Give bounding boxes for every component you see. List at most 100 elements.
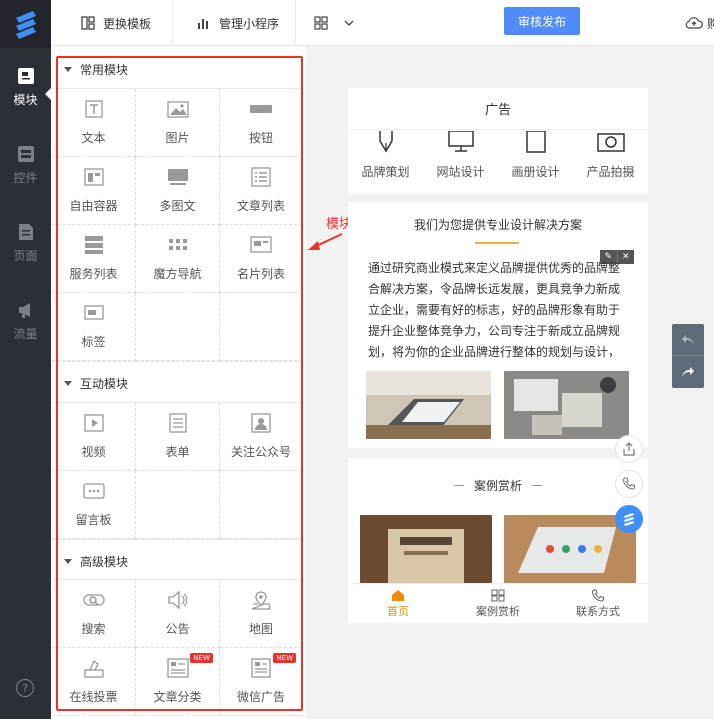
intro-paragraph: 通过研究商业模式来定义品牌提供优秀的品牌整合解决方案，令品牌长远发展，更具竞争力…	[368, 261, 621, 359]
module-wechat-ad[interactable]: 微信广告 NEW	[220, 648, 302, 716]
form-icon	[168, 413, 187, 433]
service-label: 画册设计	[511, 165, 560, 179]
brand-float-button[interactable]	[615, 505, 643, 533]
nav-home[interactable]: 首页	[348, 584, 448, 623]
chevron-down-icon	[344, 20, 354, 26]
section-advanced[interactable]: 高级模块	[62, 549, 300, 573]
manage-miniprogram-button[interactable]: 管理小程序	[197, 0, 279, 46]
traffic-icon	[18, 302, 30, 318]
module-card-list[interactable]: 名片列表	[220, 225, 302, 293]
module-label: 图片	[165, 131, 190, 145]
module-article-list[interactable]: 文章列表	[220, 157, 302, 225]
case-title: 案例赏析	[473, 479, 522, 493]
service-item[interactable]: 产品拍摄	[573, 130, 648, 192]
image-icon	[166, 101, 189, 118]
redo-button[interactable]	[672, 356, 704, 388]
app-logo[interactable]	[0, 0, 51, 48]
multi-image-text-icon	[167, 169, 188, 185]
rail-item-page[interactable]: 页面	[0, 204, 51, 282]
undo-button[interactable]	[672, 324, 704, 356]
new-badge: NEW	[190, 653, 213, 663]
module-vote[interactable]: 在线投票	[52, 648, 136, 716]
module-video[interactable]: 视频	[52, 403, 136, 471]
module-button[interactable]: 按钮	[220, 89, 302, 157]
phone-preview: 广告 品牌策划 网站设计 画册设计 产品拍摄 我们为您提供专业设计解决方案 ✎ …	[348, 88, 648, 623]
rail-label: 页面	[13, 248, 38, 263]
new-badge: NEW	[273, 653, 296, 663]
laptop-photo	[366, 371, 491, 439]
module-announcement[interactable]: 公告	[136, 580, 220, 648]
service-item[interactable]: 网站设计	[423, 130, 498, 192]
announcement-icon	[167, 590, 187, 610]
module-label: 关注公众号	[230, 445, 291, 459]
search-icon	[82, 594, 105, 606]
cloud-button[interactable]: 购	[685, 0, 714, 46]
help-icon[interactable]: ?	[16, 679, 34, 697]
heading-dash	[453, 485, 464, 486]
phone-icon	[622, 477, 636, 490]
module-label: 按钮	[248, 131, 273, 145]
bottom-nav: 首页 案例赏析 联系方式	[348, 583, 648, 623]
share-button[interactable]	[615, 435, 643, 463]
nav-contact[interactable]: 联系方式	[548, 584, 648, 623]
slogan: 我们为您提供专业设计解决方案	[413, 218, 582, 232]
module-image[interactable]: 图片	[136, 89, 220, 157]
empty-cell	[136, 293, 220, 361]
common-modules-grid: 文本 图片 按钮自由容器 多图文 文章列表服务列表 魔方导航 名片列表标签	[52, 89, 302, 361]
module-service-list[interactable]: 服务列表	[52, 225, 136, 293]
toolbar-divider	[295, 0, 296, 46]
module-label: 在线投票	[69, 690, 118, 704]
module-label: 名片列表	[236, 267, 285, 281]
module-form[interactable]: 表单	[136, 403, 220, 471]
module-text[interactable]: 文本	[52, 89, 136, 157]
top-toolbar: 更换模板 管理小程序 审核发布 购	[51, 0, 714, 46]
template-icon	[81, 16, 95, 30]
video-icon	[83, 414, 104, 432]
phone-icon	[592, 589, 604, 601]
module-label: 魔方导航	[153, 267, 202, 281]
change-template-button[interactable]: 更换模板	[81, 0, 151, 46]
service-item[interactable]: 品牌策划	[348, 130, 423, 192]
divider	[52, 361, 302, 362]
module-map[interactable]: 地图	[220, 580, 302, 648]
divider	[52, 539, 302, 540]
service-label: 产品拍摄	[586, 165, 635, 179]
apps-dropdown[interactable]	[314, 0, 354, 46]
publish-button[interactable]: 审核发布	[504, 7, 580, 35]
card-list-icon	[250, 236, 272, 253]
module-label: 多图文	[159, 199, 196, 213]
module-article-category[interactable]: 文章分类 NEW	[136, 648, 220, 716]
module-container[interactable]: 自由容器	[52, 157, 136, 225]
module-grid-nav[interactable]: 魔方导航	[136, 225, 220, 293]
module-icon	[17, 67, 34, 84]
rail-item-control[interactable]: 控件	[0, 126, 51, 204]
redo-icon	[682, 367, 694, 377]
history-controls	[672, 324, 704, 388]
module-follow-account[interactable]: 关注公众号	[220, 403, 302, 471]
collapse-triangle-icon	[64, 558, 72, 564]
module-multi-image-text[interactable]: 多图文	[136, 157, 220, 225]
nav-cases[interactable]: 案例赏析	[448, 584, 548, 623]
article-list-icon	[251, 167, 271, 187]
section-title: 高级模块	[80, 554, 129, 569]
rail-label: 控件	[13, 170, 38, 185]
module-label: 公告	[165, 622, 190, 636]
module-message-board[interactable]: 留言板	[52, 471, 136, 539]
manage-miniprogram-label: 管理小程序	[219, 16, 280, 31]
rail-item-traffic[interactable]: 流量	[0, 282, 51, 360]
module-tag[interactable]: 标签	[52, 293, 136, 361]
left-rail: 模块 控件 页面 流量 ?	[0, 0, 51, 719]
tag-icon	[83, 305, 104, 320]
change-template-label: 更换模板	[103, 16, 152, 31]
section-interactive[interactable]: 互动模块	[62, 371, 300, 395]
cloud-label: 购	[707, 16, 714, 31]
section-common[interactable]: 常用模块	[62, 57, 300, 81]
home-icon	[392, 589, 404, 601]
call-button[interactable]	[615, 470, 643, 498]
rail-item-module[interactable]: 模块	[0, 48, 51, 126]
pen-nib-icon	[378, 131, 393, 153]
module-search[interactable]: 搜索	[52, 580, 136, 648]
module-label: 地图	[248, 622, 273, 636]
module-label: 自由容器	[69, 199, 118, 213]
service-item[interactable]: 画册设计	[498, 130, 573, 192]
